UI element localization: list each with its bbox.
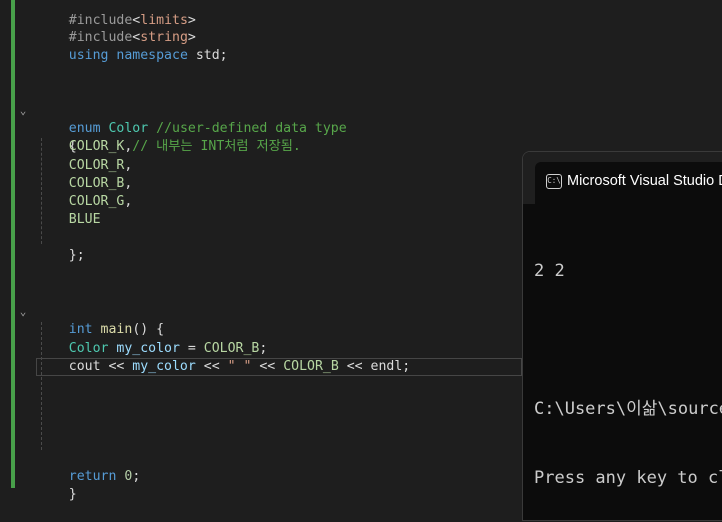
terminal-icon: C:\ [546, 174, 562, 189]
console-title: Microsoft Visual Studio Debug Console [567, 173, 722, 189]
code-comment: // 내부는 INT처럼 저장됨. [132, 139, 301, 154]
string-literal: " " [227, 359, 252, 374]
fold-toggle-main[interactable]: ⌄ [17, 303, 29, 321]
code-line-cout: cout << my_color << " " << COLOR_B << en… [68, 359, 411, 374]
code-line-enumerator: BLUE [37, 211, 101, 229]
console-output-line: C:\Users\이삶\source\repos [534, 399, 722, 419]
enumerator: COLOR_K [68, 139, 125, 154]
enumerator: BLUE [68, 212, 101, 227]
code-line-close-brace-main: } [68, 487, 77, 502]
type-name: Color [108, 121, 149, 136]
endl-identifier: endl [370, 359, 403, 374]
console-output-line: 2 2 [534, 261, 565, 281]
change-indicator-bar [11, 0, 15, 48]
cout-identifier: cout [68, 359, 101, 374]
function-name: main [100, 322, 133, 337]
variable-name: my_color [116, 341, 180, 356]
code-line-include-string: #include<string> [68, 30, 196, 45]
code-line-open-brace: { [68, 139, 77, 154]
code-line-enumerator: COLOR_R, [68, 158, 133, 173]
console-tab[interactable]: C:\ Microsoft Visual Studio Debug Consol… [535, 162, 722, 204]
console-titlebar[interactable]: C:\ Microsoft Visual Studio Debug Consol… [523, 152, 722, 204]
code-line-enumerator: COLOR_G, [68, 194, 133, 209]
fold-toggle-enum[interactable]: ⌄ [17, 102, 29, 120]
code-line-enumerator: COLOR_K,// 내부는 INT처럼 저장됨. [68, 139, 301, 154]
enumerator: COLOR_R [68, 158, 125, 173]
code-line-close-brace: }; [68, 248, 85, 263]
keyword-using: using [68, 48, 109, 63]
keyword-int: int [68, 322, 93, 337]
enumerator: COLOR_B [68, 176, 125, 191]
code-comment: //user-defined data type [156, 121, 347, 136]
enumerator: COLOR_B [203, 341, 260, 356]
code-line-enum-decl: enum Color //user-defined data type [37, 102, 347, 136]
keyword-namespace: namespace [116, 48, 188, 63]
debug-console-window[interactable]: C:\ Microsoft Visual Studio Debug Consol… [522, 151, 722, 521]
code-line-main-decl: int main() { [68, 322, 165, 337]
code-line-variable-decl: Color my_color = COLOR_B; [68, 341, 268, 356]
change-indicator-bar [11, 48, 15, 488]
enumerator: COLOR_B [283, 359, 339, 374]
enumerator: COLOR_G [68, 194, 125, 209]
console-output: 2 2 C:\Users\이삶\source\repos Press any k… [534, 214, 722, 520]
code-line-enumerator: COLOR_B, [68, 176, 133, 191]
code-line-return: return 0; [68, 469, 141, 484]
variable-name: my_color [132, 359, 196, 374]
console-output-line: Press any key to close this window . . . [534, 468, 722, 488]
type-name: Color [68, 341, 109, 356]
code-line-using-namespace: using namespace std; [68, 48, 228, 63]
